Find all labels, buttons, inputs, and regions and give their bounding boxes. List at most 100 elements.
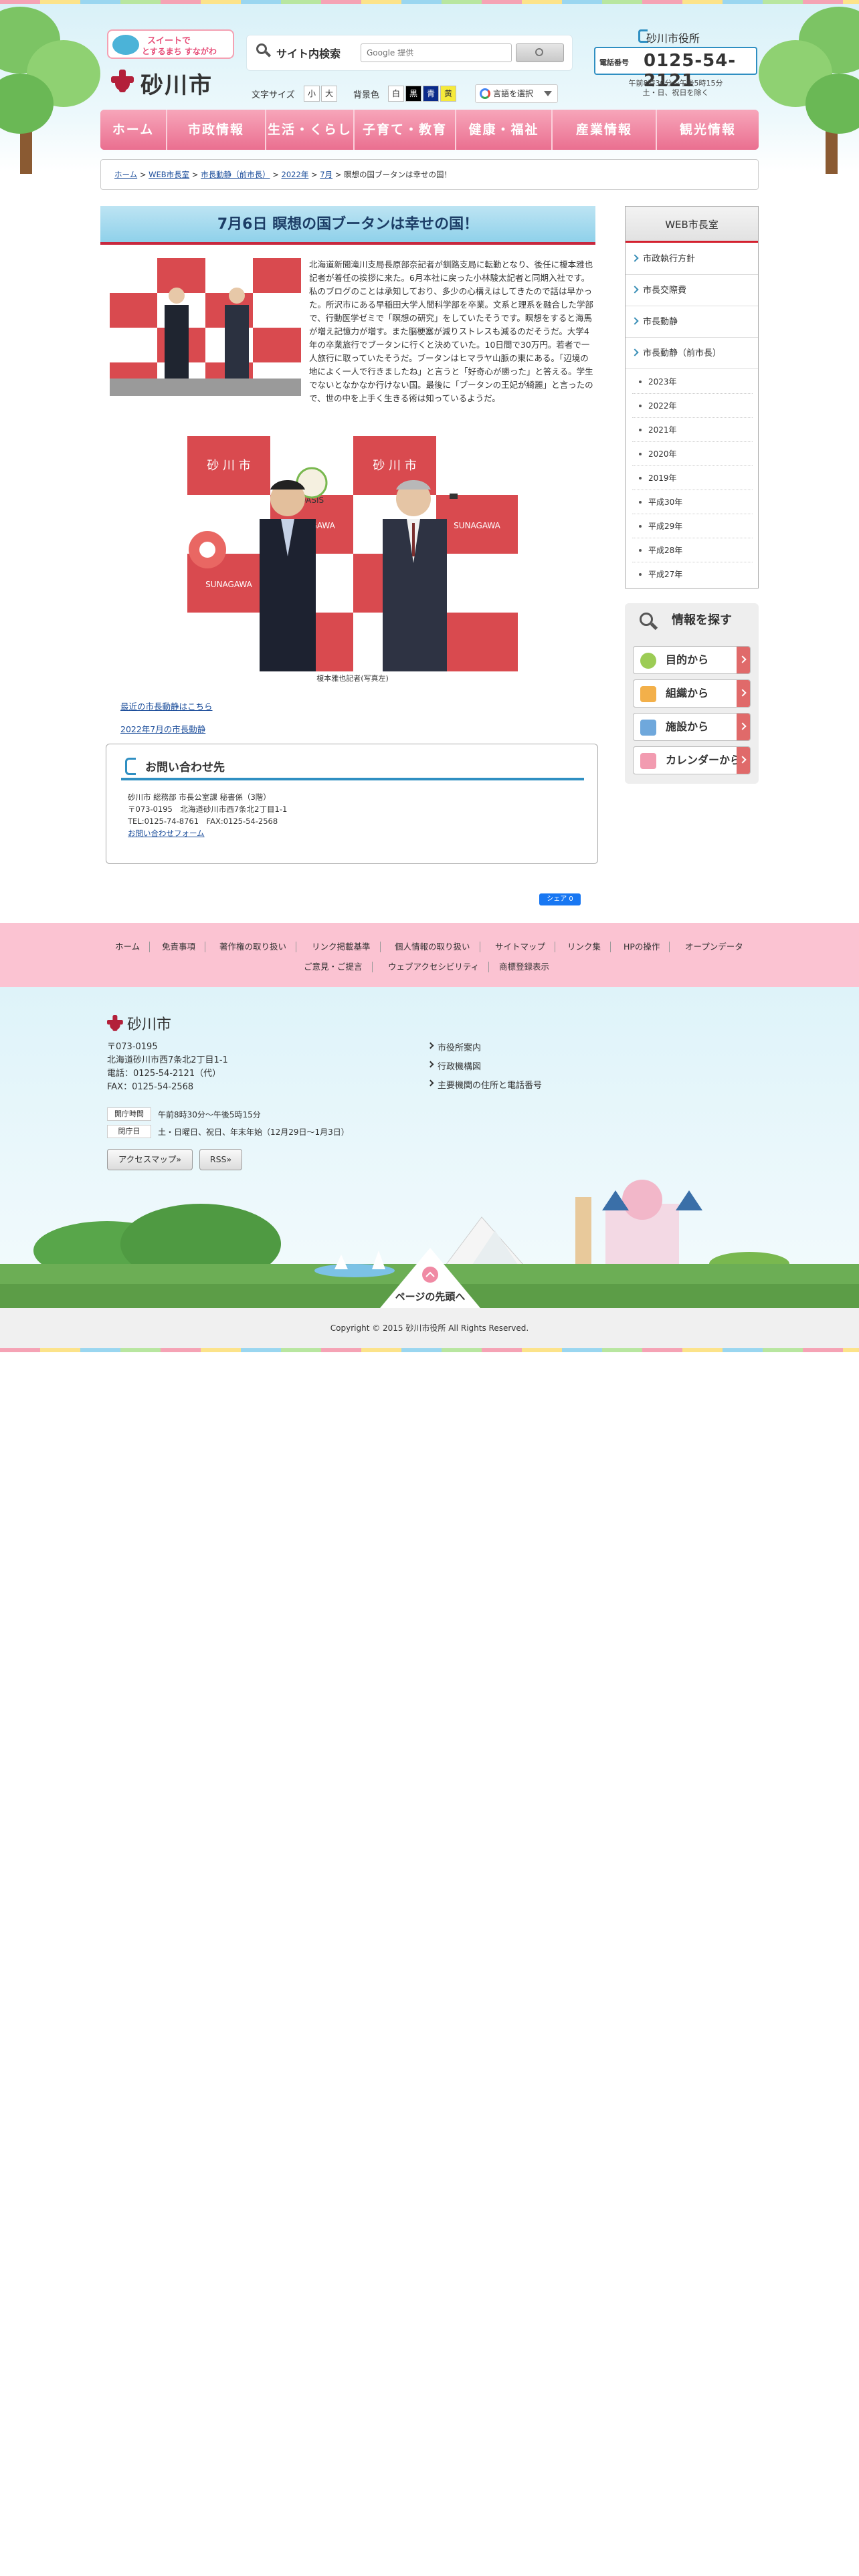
breadcrumb-home[interactable]: ホーム <box>114 170 137 179</box>
breadcrumb-sep: > <box>335 170 342 179</box>
sidebar-item-expenses[interactable]: 市長交際費 <box>626 276 758 306</box>
footer-link-sitemap[interactable]: サイトマップ <box>486 942 556 952</box>
sidebar-item-former-activities[interactable]: 市長動静（前市長） <box>626 338 758 369</box>
find-button-label: 組織から <box>666 687 709 700</box>
footer-link-trademark[interactable]: 商標登録表示 <box>490 962 559 972</box>
sidebar-item-activities[interactable]: 市長動静 <box>626 307 758 338</box>
inquiry-header: お問い合わせ先 <box>121 754 584 780</box>
chevron-right-icon <box>737 714 750 740</box>
month-activities-link[interactable]: 2022年7月の市長動静 <box>120 722 205 735</box>
footer-link-accessibility[interactable]: ウェブアクセシビリティ <box>379 962 490 972</box>
sidebar-sub-2020[interactable]: 2020年 <box>632 442 753 466</box>
gnav-childcare[interactable]: 子育て・教育 <box>355 110 456 150</box>
bg-yellow-button[interactable]: 黄 <box>440 86 456 102</box>
gnav-industry[interactable]: 産業情報 <box>553 110 657 150</box>
find-button-label: カレンダーから <box>666 754 741 766</box>
sidebar-sub-h28[interactable]: 平成28年 <box>632 538 753 562</box>
sidebar-sub-h29[interactable]: 平成29年 <box>632 514 753 538</box>
breadcrumb-mayor-office[interactable]: WEB市長室 <box>149 170 189 179</box>
tel-label: 電話番号 <box>599 58 629 67</box>
footer-link-privacy[interactable]: 個人情報の取り扱い <box>385 942 480 952</box>
footer-closed-label: 閉庁日 <box>107 1125 151 1138</box>
hours-line1: 午前8時30分～午後5時15分 <box>628 79 723 88</box>
bg-color-label: 背景色 <box>353 90 380 100</box>
footer-link-org-chart[interactable]: 行政機構図 <box>427 1059 481 1072</box>
gnav-living[interactable]: 生活・くらし <box>266 110 355 150</box>
copyright: Copyright © 2015 砂川市役所 All Rights Reserv… <box>0 1308 859 1348</box>
find-by-organization-button[interactable]: 組織から <box>633 679 751 708</box>
footer-link-office-guide[interactable]: 市役所案内 <box>427 1041 481 1053</box>
breadcrumb-sep: > <box>191 170 199 179</box>
sidebar-sub-2022[interactable]: 2022年 <box>632 394 753 418</box>
find-by-calendar-button[interactable]: カレンダーから <box>633 746 751 774</box>
footer-address-line: 北海道砂川市西7条北2丁目1-1 <box>107 1055 228 1065</box>
chevron-right-icon <box>427 1079 434 1087</box>
footer-link-opinions[interactable]: ご意見・ご提言 <box>294 962 373 972</box>
footer-nav: ホーム 免責事項 著作権の取り扱い リンク掲載基準 個人情報の取り扱い サイトマ… <box>0 923 859 987</box>
footer-link-copyright[interactable]: 著作権の取り扱い <box>210 942 297 952</box>
footer-closed: 土・日曜日、祝日、年末年始（12月29日～1月3日） <box>158 1128 349 1137</box>
find-by-purpose-button[interactable]: 目的から <box>633 646 751 674</box>
footer-link-disclaimer[interactable]: 免責事項 <box>153 942 206 952</box>
sidebar-sub-2019[interactable]: 2019年 <box>632 466 753 490</box>
global-nav: ホーム 市政情報 生活・くらし 子育て・教育 健康・福祉 産業情報 観光情報 <box>100 110 759 150</box>
find-by-facility-button[interactable]: 施設から <box>633 713 751 741</box>
inquiry-box: お問い合わせ先 砂川市 総務部 市長公室課 秘書係（3階） 〒073-0195 … <box>106 744 598 864</box>
footer-address: 〒073-0195 北海道砂川市西7条北2丁目1-1 電話：0125-54-21… <box>107 1041 228 1094</box>
office-hours: 午前8時30分～午後5時15分 土・日、祝日を除く <box>589 79 763 98</box>
footer-hours: 午前8時30分～午後5時15分 <box>158 1110 261 1119</box>
right-tree-decoration <box>759 0 859 174</box>
article-photo-large: 砂 川 市 砂 川 市 SUNAGAWA SUNAGAWA SUNAGAWA O… <box>187 436 518 671</box>
search-input[interactable] <box>361 43 512 62</box>
bg-black-button[interactable]: 黒 <box>405 86 421 102</box>
footer-link-home[interactable]: ホーム <box>106 942 151 952</box>
bg-white-button[interactable]: 白 <box>388 86 404 102</box>
gnav-tourism[interactable]: 観光情報 <box>657 110 759 150</box>
breadcrumb-month[interactable]: 7月 <box>320 170 332 179</box>
font-large-button[interactable]: 大 <box>321 86 337 102</box>
gnav-health[interactable]: 健康・福祉 <box>456 110 553 150</box>
footer-link-open-data[interactable]: オープンデータ <box>676 942 753 952</box>
footer-fax: FAX：0125-54-2568 <box>107 1082 194 1092</box>
city-crest-icon <box>111 70 134 92</box>
inquiry-form-link[interactable]: お問い合わせフォーム <box>128 829 205 838</box>
rss-button[interactable]: RSS» <box>199 1149 242 1170</box>
facebook-share-button[interactable]: シェア 0 <box>539 893 581 905</box>
site-logo[interactable]: スイートで とするまち すながわ 砂川市 <box>107 29 241 99</box>
breadcrumb-year[interactable]: 2022年 <box>282 170 309 179</box>
sidebar-sub-label: 2022年 <box>648 401 677 411</box>
sidebar-sub-h30[interactable]: 平成30年 <box>632 490 753 514</box>
catch-line1: スイートで <box>147 36 191 46</box>
sidebar-sub-label: 平成29年 <box>648 522 683 531</box>
sidebar-sub-label: 2023年 <box>648 377 677 387</box>
sidebar-sub-2023[interactable]: 2023年 <box>632 370 753 394</box>
footer-link-hp-help[interactable]: HPの操作 <box>614 942 670 952</box>
page-top-button[interactable]: ページの先頭へ <box>380 1248 480 1308</box>
page-top-label: ページの先頭へ <box>395 1291 466 1303</box>
font-small-button[interactable]: 小 <box>304 86 320 102</box>
sidebar-item-label: 市政執行方針 <box>643 254 696 264</box>
bottom-color-stripe <box>0 1348 859 1352</box>
language-select-button[interactable]: 言語を選択 <box>475 84 558 103</box>
logo-bubble-icon <box>112 35 139 55</box>
breadcrumb-sep: > <box>310 170 318 179</box>
breadcrumb-sep: > <box>272 170 279 179</box>
gnav-municipal[interactable]: 市政情報 <box>167 110 266 150</box>
font-size-label: 文字サイズ <box>252 90 295 100</box>
chevron-right-icon <box>427 1042 434 1049</box>
sidebar-item-policy[interactable]: 市政執行方針 <box>626 244 758 275</box>
left-tree-decoration <box>0 0 100 174</box>
breadcrumb-former-mayor[interactable]: 市長動静（前市長） <box>201 170 270 179</box>
gnav-home[interactable]: ホーム <box>100 110 167 150</box>
footer-link-agencies[interactable]: 主要機関の住所と電話番号 <box>427 1078 542 1091</box>
recent-activities-link[interactable]: 最近の市長動静はこちら <box>120 700 213 712</box>
find-info-heading: 情報を探す <box>672 613 732 627</box>
sidebar-sub-h27[interactable]: 平成27年 <box>632 562 753 586</box>
access-map-button[interactable]: アクセスマップ» <box>107 1149 193 1170</box>
footer-link-link-policy[interactable]: リンク掲載基準 <box>302 942 381 952</box>
footer-postal: 〒073-0195 <box>107 1042 158 1052</box>
footer-link-links[interactable]: リンク集 <box>558 942 611 952</box>
bg-blue-button[interactable]: 青 <box>423 86 439 102</box>
search-button[interactable] <box>516 43 564 62</box>
sidebar-sub-2021[interactable]: 2021年 <box>632 418 753 442</box>
